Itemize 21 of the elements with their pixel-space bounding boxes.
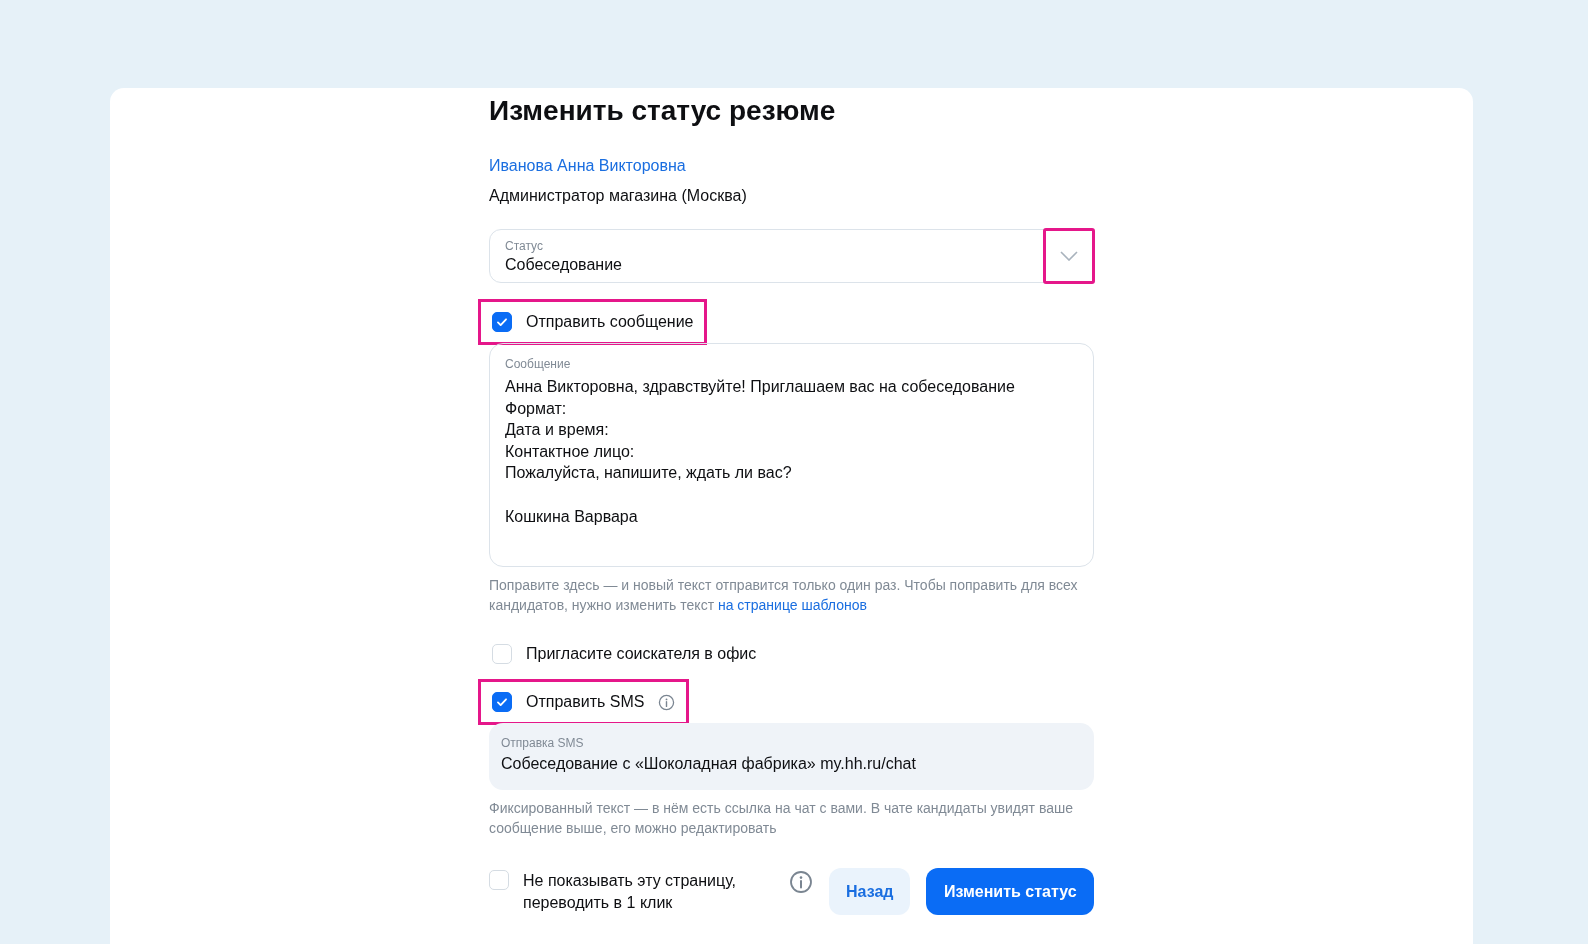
hint-text: Поправите здесь — и новый текст отправится только один раз. Чтобы поправить для всех кандидатов, нужно изменить текст на странице шаблонов bbox=[489, 576, 1079, 615]
page-title: Изменить статус резюме bbox=[489, 94, 837, 128]
checkbox-label[interactable]: Отправить сообщение bbox=[526, 311, 694, 333]
change-status-button[interactable]: Изменить статус bbox=[926, 868, 1094, 915]
templates-link[interactable]: на странице шаблонов bbox=[717, 597, 867, 613]
checkbox-label[interactable]: Отправить SMS bbox=[526, 691, 645, 713]
position-text: Администратор магазина (Москва) bbox=[489, 186, 747, 206]
message-field[interactable]: Сообщение Анна Викторовна, здравствуйте! Приглашаем вас на собеседование Формат: Дата и время: Контактное лицо: Пожалуйста, напишите, ждать ли вас? Кошкина Варвара bbox=[489, 343, 1094, 567]
checkbox-label[interactable]: Не показывать эту страницу, переводить в 1 клик bbox=[523, 869, 763, 914]
dropdown-button[interactable] bbox=[1043, 228, 1095, 284]
status-select[interactable]: Статус Собеседование bbox=[489, 229, 1094, 283]
checkbox[interactable] bbox=[492, 692, 512, 712]
checkbox[interactable] bbox=[492, 312, 512, 332]
info-icon[interactable] bbox=[658, 693, 676, 711]
chevron-down-icon bbox=[1060, 251, 1078, 261]
hint-text: Фиксированный текст — в нём есть ссылка на чат с вами. В чате кандидаты увидят ваше сообщение выше, его можно редактировать bbox=[489, 799, 1074, 838]
sms-field: Отправка SMS Собеседование с «Шоколадная фабрика» my.hh.ru/chat bbox=[489, 723, 1094, 790]
checkbox-label[interactable]: Пригласите соискателя в офис bbox=[526, 643, 757, 665]
info-icon[interactable] bbox=[789, 869, 813, 894]
back-button[interactable]: Назад bbox=[829, 868, 911, 915]
candidate-name-link[interactable]: Иванова Анна Викторовна bbox=[489, 155, 686, 177]
